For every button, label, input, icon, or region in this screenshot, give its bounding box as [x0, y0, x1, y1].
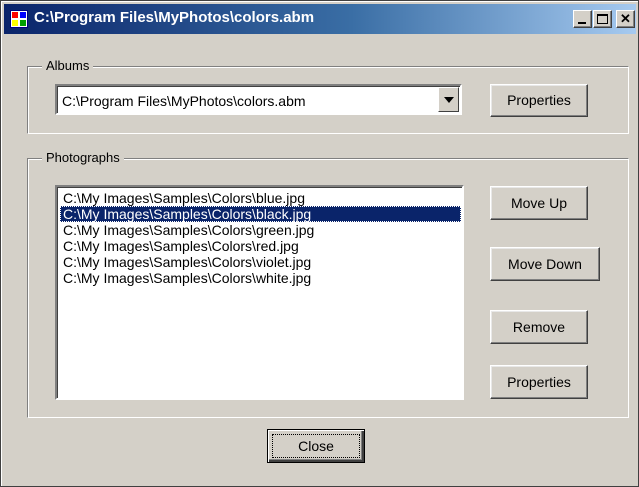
photo-properties-label: Properties	[507, 374, 571, 390]
close-icon: ✕	[620, 11, 631, 26]
list-item[interactable]: C:\My Images\Samples\Colors\green.jpg	[60, 222, 461, 238]
album-properties-button[interactable]: Properties	[490, 84, 588, 117]
remove-button[interactable]: Remove	[490, 310, 588, 344]
list-item[interactable]: C:\My Images\Samples\Colors\violet.jpg	[60, 254, 461, 270]
remove-label: Remove	[512, 319, 566, 335]
photographs-group-label: Photographs	[42, 150, 124, 165]
photographs-list[interactable]: C:\My Images\Samples\Colors\blue.jpg C:\…	[55, 185, 464, 400]
move-down-button[interactable]: Move Down	[490, 247, 600, 281]
album-editor-window: C:\Program Files\MyPhotos\colors.abm ✕ A…	[0, 0, 639, 487]
minimize-icon	[578, 22, 586, 24]
album-select[interactable]: C:\Program Files\MyPhotos\colors.abm	[55, 84, 462, 115]
maximize-button[interactable]	[593, 10, 612, 28]
title-bar[interactable]: C:\Program Files\MyPhotos\colors.abm ✕	[4, 4, 636, 34]
list-item-selected[interactable]: C:\My Images\Samples\Colors\black.jpg	[60, 206, 461, 222]
photo-properties-button[interactable]: Properties	[490, 365, 588, 399]
focus-rectangle	[272, 434, 360, 458]
maximize-icon	[597, 14, 608, 24]
close-window-button[interactable]: ✕	[616, 10, 635, 28]
albums-group-label: Albums	[42, 58, 94, 73]
album-properties-label: Properties	[507, 92, 571, 108]
move-up-label: Move Up	[510, 195, 568, 211]
move-up-button[interactable]: Move Up	[490, 186, 588, 220]
minimize-button[interactable]	[573, 10, 592, 28]
list-item[interactable]: C:\My Images\Samples\Colors\white.jpg	[60, 270, 461, 286]
album-select-dropdown-button[interactable]	[438, 87, 459, 112]
close-button[interactable]: Close	[267, 429, 365, 463]
chevron-down-icon	[444, 97, 454, 103]
window-title: C:\Program Files\MyPhotos\colors.abm	[34, 9, 315, 26]
album-select-value: C:\Program Files\MyPhotos\colors.abm	[62, 93, 306, 109]
list-item[interactable]: C:\My Images\Samples\Colors\red.jpg	[60, 238, 461, 254]
move-down-label: Move Down	[508, 256, 582, 272]
list-item[interactable]: C:\My Images\Samples\Colors\blue.jpg	[60, 190, 461, 206]
photo-album-icon	[10, 10, 28, 28]
